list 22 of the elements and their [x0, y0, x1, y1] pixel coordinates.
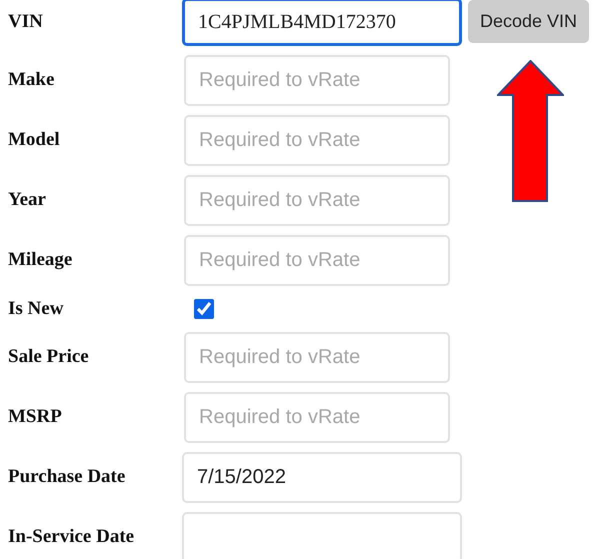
field-label: Sale Price [7, 345, 90, 370]
field-label: Make [7, 68, 56, 92]
decode-vin-button[interactable]: Decode VIN [468, 0, 590, 43]
field-label: In-Service Date [7, 525, 136, 550]
input-field[interactable] [182, 512, 462, 559]
input-field[interactable]: Required to vRate [184, 175, 450, 226]
field-label: Purchase Date [7, 465, 126, 490]
vin-field[interactable]: 1C4PJMLB4MD172370 [182, 0, 462, 46]
input-field[interactable]: 7/15/2022 [182, 452, 462, 503]
field-label: VIN [7, 10, 44, 34]
up-arrow-icon [497, 60, 564, 202]
input-field[interactable]: Required to vRate [184, 55, 450, 106]
field-label: Year [7, 188, 47, 212]
field-label: MSRP [7, 405, 63, 430]
field-label: Model [7, 128, 61, 152]
input-field[interactable]: Required to vRate [184, 392, 450, 443]
input-field[interactable]: Required to vRate [184, 115, 450, 166]
is-new-checkbox[interactable] [194, 299, 214, 319]
input-field[interactable]: Required to vRate [184, 235, 450, 286]
field-label: Mileage [7, 248, 74, 272]
input-field[interactable]: Required to vRate [184, 332, 450, 383]
field-label: Is New [7, 296, 64, 321]
